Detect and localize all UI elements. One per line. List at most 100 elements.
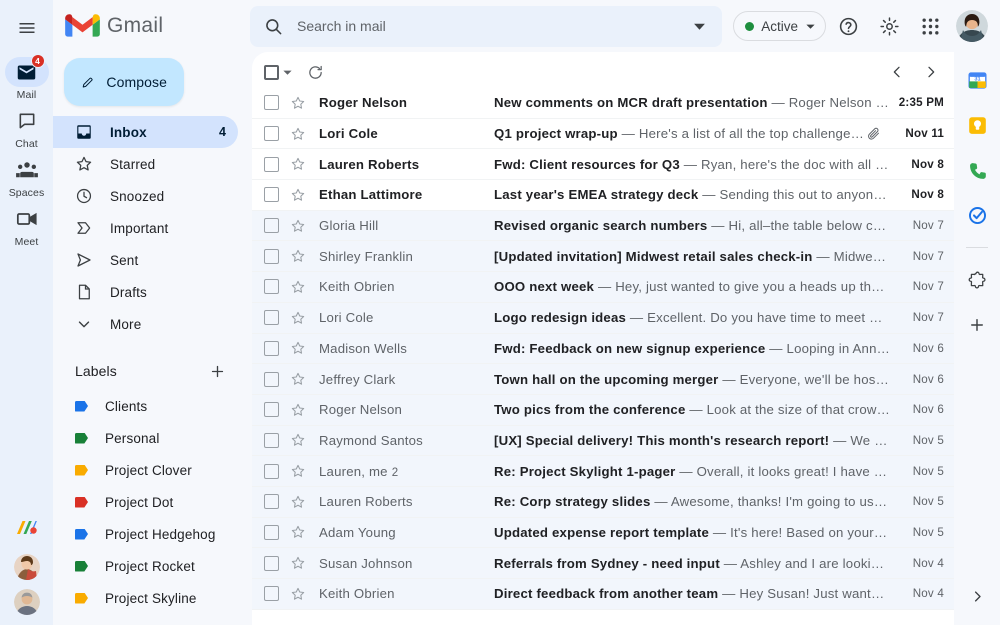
star-outline-icon[interactable] — [290, 555, 306, 571]
gmail-brand[interactable]: Gmail — [53, 13, 250, 39]
status-chip-active[interactable]: Active — [733, 11, 826, 41]
help-circle-icon[interactable] — [829, 7, 867, 45]
email-row[interactable]: Shirley Franklin [Updated invitation] Mid… — [252, 241, 954, 273]
contact-avatar-1[interactable] — [13, 554, 40, 580]
sidebar-item-sent[interactable]: Sent — [53, 244, 238, 276]
email-row[interactable]: Keith Obrien OOO next week — Hey, just wa… — [252, 272, 954, 303]
plus-icon[interactable] — [209, 363, 226, 380]
sidebar-item-important[interactable]: Important — [53, 212, 238, 244]
email-row[interactable]: Lori Cole Q1 project wrap-up — Here's a l… — [252, 118, 954, 150]
star-outline-icon[interactable] — [290, 95, 306, 111]
email-row-checkbox[interactable] — [264, 310, 279, 326]
google-calendar-icon[interactable]: 31 — [961, 64, 993, 96]
star-outline-icon[interactable] — [290, 187, 306, 203]
rail-item-chat[interactable]: Chat — [0, 103, 53, 152]
star-outline-icon[interactable] — [290, 586, 306, 602]
label-name-project-hedgehog: Project Hedgehog — [105, 526, 216, 542]
plus-icon[interactable] — [961, 309, 993, 341]
email-row[interactable]: Gloria Hill Revised organic search number… — [252, 210, 954, 242]
email-row[interactable]: Jeffrey Clark Town hall on the upcoming m… — [252, 364, 954, 395]
select-all-chevron-down-icon[interactable] — [282, 67, 293, 78]
email-row-checkbox[interactable] — [264, 494, 279, 510]
email-row-checkbox[interactable] — [264, 524, 279, 540]
sidebar-item-starred[interactable]: Starred — [53, 148, 238, 180]
star-outline-icon[interactable] — [290, 279, 306, 295]
chevron-right-icon[interactable] — [916, 57, 946, 87]
email-row[interactable]: Ethan Lattimore Last year's EMEA strategy… — [252, 180, 954, 211]
email-row-checkbox[interactable] — [264, 340, 279, 356]
email-row[interactable]: Raymond Santos [UX] Special delivery! Thi… — [252, 425, 954, 457]
star-outline-icon[interactable] — [290, 340, 306, 356]
compose-button[interactable]: Compose — [64, 58, 184, 106]
google-apps-grid-icon[interactable] — [911, 7, 949, 45]
email-row[interactable]: Roger Nelson Two pics from the conference… — [252, 394, 954, 426]
search-options-chevron-icon[interactable] — [687, 20, 712, 33]
sidebar-item-label-clients[interactable]: Clients — [53, 390, 238, 422]
email-row[interactable]: Keith Obrien Direct feedback from another… — [252, 579, 954, 610]
rail-item-meet[interactable]: Meet — [0, 201, 53, 250]
puzzle-addons-icon[interactable] — [961, 264, 993, 296]
attachment-icon[interactable] — [866, 126, 881, 141]
email-row[interactable]: Madison Wells Fwd: Feedback on new signup… — [252, 333, 954, 365]
refresh-icon[interactable] — [307, 64, 324, 81]
star-outline-icon[interactable] — [290, 126, 306, 142]
email-row-checkbox[interactable] — [264, 218, 279, 234]
sidebar-item-drafts[interactable]: Drafts — [53, 276, 238, 308]
email-row-checkbox[interactable] — [264, 248, 279, 264]
contact-avatar-2[interactable] — [13, 589, 40, 615]
email-row-checkbox[interactable] — [264, 402, 279, 418]
email-row-checkbox[interactable] — [264, 463, 279, 479]
sidebar-item-label-personal[interactable]: Personal — [53, 422, 238, 454]
google-tasks-icon[interactable] — [961, 199, 993, 231]
star-outline-icon[interactable] — [290, 524, 306, 540]
email-row-checkbox[interactable] — [264, 371, 279, 387]
sidebar-item-labels-more[interactable]: More — [53, 614, 238, 625]
star-outline-icon[interactable] — [290, 432, 306, 448]
expand-panel-chevron-right-icon[interactable] — [962, 581, 992, 611]
sidebar-item-label-project-hedgehog[interactable]: Project Hedgehog — [53, 518, 238, 550]
sidebar-item-inbox[interactable]: Inbox 4 — [53, 116, 238, 148]
rail-item-mail[interactable]: 4 Mail — [0, 54, 53, 103]
sidebar-item-label-project-rocket[interactable]: Project Rocket — [53, 550, 238, 582]
email-snippet: — Sending this out to anyone who missed.… — [702, 187, 890, 203]
star-outline-icon[interactable] — [290, 218, 306, 234]
email-row-checkbox[interactable] — [264, 279, 279, 295]
email-row-checkbox[interactable] — [264, 187, 279, 203]
gear-icon[interactable] — [870, 7, 908, 45]
email-row-checkbox[interactable] — [264, 126, 279, 142]
email-row[interactable]: Lauren, me 2 Re: Project Skylight 1-pager … — [252, 456, 954, 487]
google-keep-icon[interactable] — [961, 109, 993, 141]
sidebar-item-label-project-clover[interactable]: Project Clover — [53, 454, 238, 486]
star-outline-icon[interactable] — [290, 371, 306, 387]
select-all-checkbox[interactable] — [264, 64, 279, 80]
star-outline-icon[interactable] — [290, 463, 306, 479]
email-row-checkbox[interactable] — [264, 95, 279, 111]
email-row-checkbox[interactable] — [264, 432, 279, 448]
account-avatar[interactable] — [956, 10, 988, 42]
email-row[interactable]: Lauren Roberts Re: Corp strategy slides —… — [252, 486, 954, 518]
email-row[interactable]: Roger Nelson New comments on MCR draft pr… — [252, 88, 954, 119]
search-bar[interactable] — [250, 5, 722, 47]
email-row[interactable]: Lauren Roberts Fwd: Client resources for … — [252, 149, 954, 181]
hamburger-menu-icon[interactable] — [7, 8, 47, 48]
sidebar-item-label-project-dot[interactable]: Project Dot — [53, 486, 238, 518]
google-contacts-phone-icon[interactable] — [961, 154, 993, 186]
star-outline-icon[interactable] — [290, 402, 306, 418]
star-outline-icon[interactable] — [290, 248, 306, 264]
star-outline-icon[interactable] — [290, 494, 306, 510]
email-row[interactable]: Susan Johnson Referrals from Sydney - nee… — [252, 548, 954, 579]
email-row-checkbox[interactable] — [264, 586, 279, 602]
chevron-left-icon[interactable] — [882, 57, 912, 87]
sidebar-item-more[interactable]: More — [53, 308, 238, 340]
sidebar-item-label-project-skyline[interactable]: Project Skyline — [53, 582, 238, 614]
email-row[interactable]: Lori Cole Logo redesign ideas — Excellent… — [252, 302, 954, 334]
email-row-checkbox[interactable] — [264, 555, 279, 571]
email-row-checkbox[interactable] — [264, 156, 279, 172]
rail-item-spaces[interactable]: Spaces — [0, 152, 53, 201]
star-outline-icon[interactable] — [290, 310, 306, 326]
google-chat-colored-icon[interactable] — [15, 518, 39, 545]
star-outline-icon[interactable] — [290, 156, 306, 172]
search-input[interactable] — [297, 18, 687, 34]
sidebar-item-snoozed[interactable]: Snoozed — [53, 180, 238, 212]
email-row[interactable]: Adam Young Updated expense report templat… — [252, 517, 954, 549]
